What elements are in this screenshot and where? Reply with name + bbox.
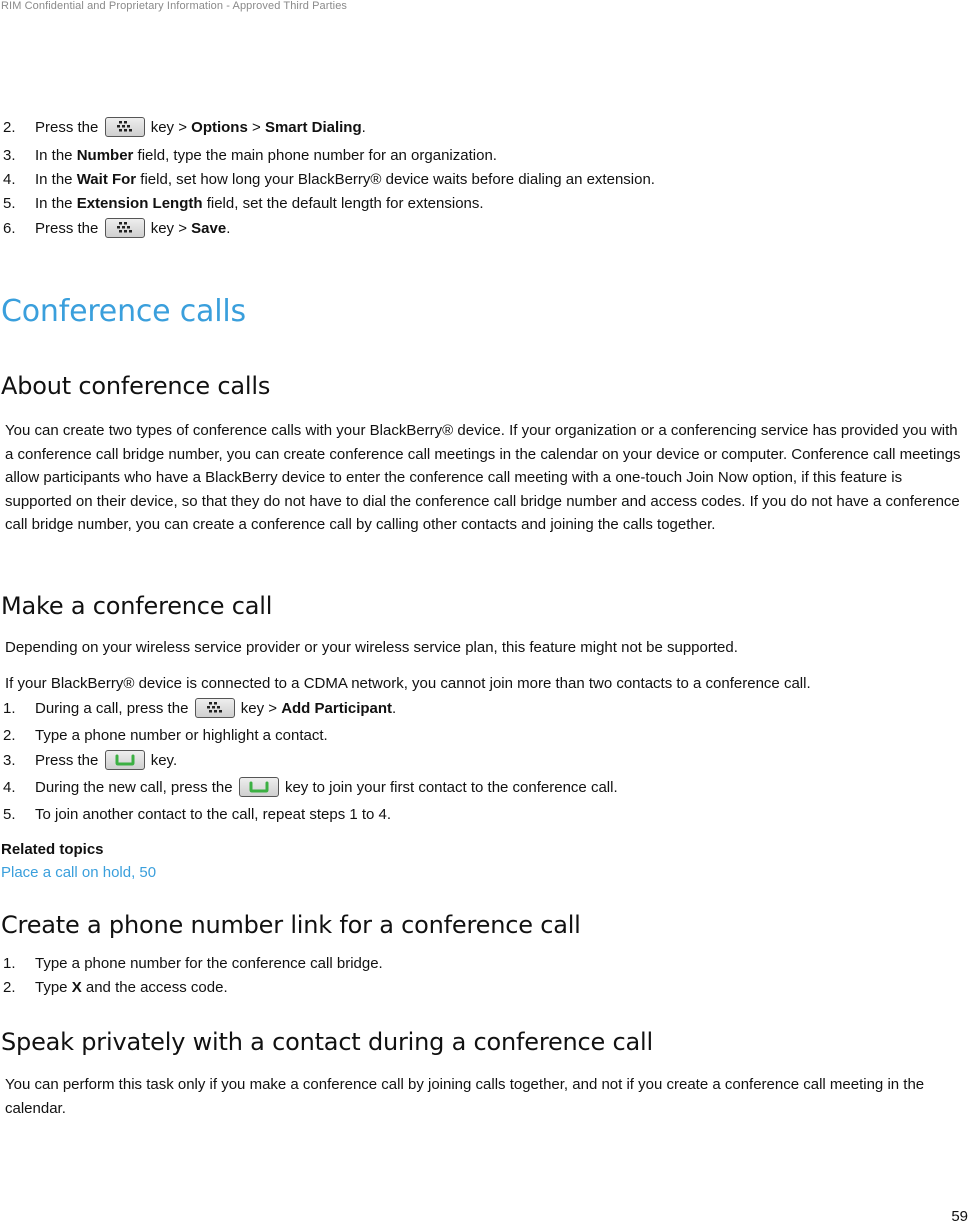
step-number: 2. [3, 979, 16, 996]
step-text: and the access code. [81, 979, 228, 996]
speak-privately-heading: Speak privately with a contact during a … [1, 1028, 653, 1056]
field-wait-for: Wait For [76, 171, 137, 188]
step-text: During a call, press the [35, 700, 189, 717]
related-topics-label: Related topics [1, 841, 104, 858]
step-text: field, set the default length for extens… [202, 195, 484, 212]
step-number: 4. [3, 779, 16, 796]
about-heading: About conference calls [1, 372, 271, 400]
char-x: X [71, 979, 82, 996]
step-text: key > [146, 119, 192, 136]
step-text: In the [35, 147, 77, 164]
step-number: 4. [3, 171, 16, 188]
step-number: 3. [3, 147, 16, 164]
step-text: key > [236, 700, 282, 717]
speak-privately-body: You can perform this task only if you ma… [5, 1076, 925, 1117]
page-number: 59 [951, 1208, 968, 1225]
step-number: 5. [3, 806, 16, 823]
step-text: > [247, 119, 265, 136]
step-text: To join another contact to the call, rep… [35, 806, 392, 823]
step-number: 1. [3, 700, 16, 717]
step-number: 6. [3, 220, 16, 237]
about-body: You can create two types of conference c… [5, 422, 961, 533]
menu-key-icon [194, 697, 235, 718]
step-text: field, set how long your BlackBerry® dev… [136, 171, 655, 188]
make-call-heading: Make a conference call [1, 592, 273, 620]
step-number: 1. [3, 955, 16, 972]
step-text: In the [35, 195, 77, 212]
step-text: During the new call, press the [35, 779, 233, 796]
step-text: Type [35, 979, 72, 996]
field-number: Number [76, 147, 134, 164]
send-key-icon [104, 749, 145, 770]
step-text: key to join your first contact to the co… [280, 779, 618, 796]
step-text: field, type the main phone number for an… [133, 147, 497, 164]
step-text: . [226, 220, 231, 237]
menu-options: Options [191, 119, 248, 136]
step-number: 2. [3, 727, 16, 744]
step-number: 2. [3, 119, 16, 136]
menu-add-participant: Add Participant [281, 700, 393, 717]
make-call-note-2: If your BlackBerry® device is connected … [5, 675, 811, 692]
confidential-header: RIM Confidential and Proprietary Informa… [1, 0, 348, 12]
step-text: . [361, 119, 366, 136]
step-number: 5. [3, 195, 16, 212]
menu-smart-dialing: Smart Dialing [264, 119, 362, 136]
field-extension-length: Extension Length [76, 195, 203, 212]
menu-save: Save [191, 220, 227, 237]
step-text: key > [146, 220, 192, 237]
step-text: key. [146, 752, 178, 769]
make-call-note-1: Depending on your wireless service provi… [5, 639, 738, 656]
step-text: Type a phone number for the conference c… [35, 955, 383, 972]
step-text: In the [35, 171, 77, 188]
section-title: Conference calls [1, 294, 246, 329]
step-number: 3. [3, 752, 16, 769]
step-text: Press the [35, 752, 99, 769]
step-text: . [392, 700, 397, 717]
step-text: Press the [35, 119, 99, 136]
step-text: Type a phone number or highlight a conta… [35, 727, 328, 744]
menu-key-icon [104, 217, 145, 238]
step-text: Press the [35, 220, 99, 237]
menu-key-icon [104, 116, 145, 137]
phone-link-heading: Create a phone number link for a confere… [1, 911, 581, 939]
send-key-icon [238, 776, 279, 797]
related-topic-link[interactable]: Place a call on hold, 50 [1, 864, 156, 881]
